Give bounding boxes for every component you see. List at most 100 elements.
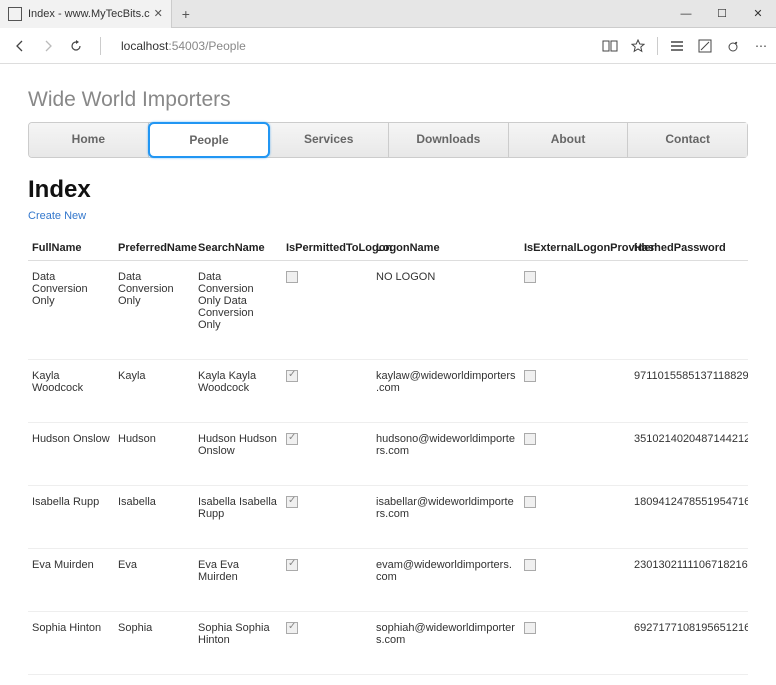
favorite-icon[interactable] (629, 37, 647, 55)
toolbar-right: ⋯ (601, 37, 770, 55)
close-window-button[interactable]: ✕ (740, 0, 776, 28)
page-icon (8, 7, 22, 21)
table-cell: 180941247855195471691651 (630, 486, 748, 549)
table-cell: 971101558513711882941272 (630, 360, 748, 423)
main-nav: HomePeopleServicesDownloadsAboutContact (28, 122, 748, 158)
table-cell (282, 261, 372, 360)
table-cell: Sophia Hinton (28, 612, 114, 675)
checkbox-icon (286, 496, 298, 508)
nav-item-downloads[interactable]: Downloads (389, 123, 509, 157)
table-cell: Eva Eva Muirden (194, 549, 282, 612)
table-cell: kaylaw@wideworldimporters.com (372, 360, 520, 423)
toolbar-separator (657, 37, 658, 55)
checkbox-icon (524, 370, 536, 382)
table-cell: Hudson (114, 423, 194, 486)
nav-item-about[interactable]: About (509, 123, 629, 157)
column-header: PreferredName (114, 236, 194, 261)
table-row: Kayla WoodcockKaylaKayla Kayla Woodcock k… (28, 360, 748, 423)
window-controls: — ☐ ✕ (668, 0, 776, 28)
maximize-button[interactable]: ☐ (704, 0, 740, 28)
table-cell: sophiah@wideworldimporters.com (372, 612, 520, 675)
table-cell: Hudson Onslow (28, 423, 114, 486)
create-new-link[interactable]: Create New (28, 210, 86, 222)
more-icon[interactable]: ⋯ (752, 37, 770, 55)
address-bar[interactable]: localhost:54003/People (121, 39, 246, 53)
table-row: Sophia HintonSophiaSophia Sophia Hinton s… (28, 612, 748, 675)
table-cell: Kayla Kayla Woodcock (194, 360, 282, 423)
nav-item-home[interactable]: Home (29, 123, 149, 157)
table-cell: 230130211110671821631481 (630, 549, 748, 612)
back-button[interactable] (6, 32, 34, 60)
column-header: IsExternalLogonProvider (520, 236, 630, 261)
page-heading: Index (28, 176, 748, 204)
table-cell: hudsono@wideworldimporters.com (372, 423, 520, 486)
table-cell: Isabella Isabella Rupp (194, 486, 282, 549)
table-row: Hudson OnslowHudsonHudson Hudson Onslowh… (28, 423, 748, 486)
checkbox-icon (524, 496, 536, 508)
arrow-left-icon (13, 39, 27, 53)
table-cell: Kayla Woodcock (28, 360, 114, 423)
checkbox-icon (286, 271, 298, 283)
table-cell: Sophia Sophia Hinton (194, 612, 282, 675)
nav-item-people[interactable]: People (148, 122, 271, 158)
table-cell: Sophia (114, 612, 194, 675)
table-row: Eva MuirdenEvaEva Eva Muirdenevam@widewo… (28, 549, 748, 612)
column-header: SearchName (194, 236, 282, 261)
table-cell: Data Conversion Only Data Conversion Onl… (194, 261, 282, 360)
refresh-button[interactable] (62, 32, 90, 60)
table-cell: evam@wideworldimporters.com (372, 549, 520, 612)
table-row: Isabella RuppIsabellaIsabella Isabella R… (28, 486, 748, 549)
table-cell (520, 261, 630, 360)
close-tab-icon[interactable]: ✕ (154, 7, 163, 20)
nav-item-services[interactable]: Services (269, 123, 389, 157)
minimize-button[interactable]: — (668, 0, 704, 28)
checkbox-icon (524, 433, 536, 445)
column-header: IsPermittedToLogon (282, 236, 372, 261)
column-header: HashedPassword (630, 236, 748, 261)
checkbox-icon (524, 622, 536, 634)
site-title: Wide World Importers (28, 88, 748, 112)
checkbox-icon (286, 559, 298, 571)
window-titlebar: Index - www.MyTecBits.c ✕ + — ☐ ✕ (0, 0, 776, 28)
notes-icon[interactable] (696, 37, 714, 55)
table-cell: 692717710819565121642195 (630, 612, 748, 675)
checkbox-icon (286, 622, 298, 634)
url-path: :54003/People (168, 39, 245, 53)
table-cell: Isabella Rupp (28, 486, 114, 549)
browser-tab[interactable]: Index - www.MyTecBits.c ✕ (0, 0, 172, 28)
url-host: localhost (121, 39, 168, 53)
hub-icon[interactable] (668, 37, 686, 55)
table-cell: Data Conversion Only (28, 261, 114, 360)
table-cell (282, 423, 372, 486)
table-cell (520, 612, 630, 675)
table-cell (282, 360, 372, 423)
column-header: LogonName (372, 236, 520, 261)
table-cell (282, 612, 372, 675)
checkbox-icon (286, 433, 298, 445)
share-icon[interactable] (724, 37, 742, 55)
people-table: FullNamePreferredNameSearchNameIsPermitt… (28, 236, 748, 675)
browser-toolbar: localhost:54003/People ⋯ (0, 28, 776, 64)
table-row: Data Conversion OnlyData Conversion Only… (28, 261, 748, 360)
table-cell: Data Conversion Only (114, 261, 194, 360)
table-cell (520, 549, 630, 612)
table-cell (520, 486, 630, 549)
toolbar-separator (100, 37, 101, 55)
table-cell (282, 549, 372, 612)
table-cell: NO LOGON (372, 261, 520, 360)
table-cell: isabellar@wideworldimporters.com (372, 486, 520, 549)
table-cell: 351021402048714421234147 (630, 423, 748, 486)
forward-button[interactable] (34, 32, 62, 60)
table-cell (520, 360, 630, 423)
nav-item-contact[interactable]: Contact (628, 123, 747, 157)
new-tab-button[interactable]: + (172, 0, 200, 28)
table-cell: Kayla (114, 360, 194, 423)
column-header: FullName (28, 236, 114, 261)
tab-title: Index - www.MyTecBits.c (28, 8, 150, 20)
arrow-right-icon (41, 39, 55, 53)
table-cell (282, 486, 372, 549)
reading-view-icon[interactable] (601, 37, 619, 55)
checkbox-icon (286, 370, 298, 382)
table-cell: Eva Muirden (28, 549, 114, 612)
refresh-icon (69, 39, 83, 53)
